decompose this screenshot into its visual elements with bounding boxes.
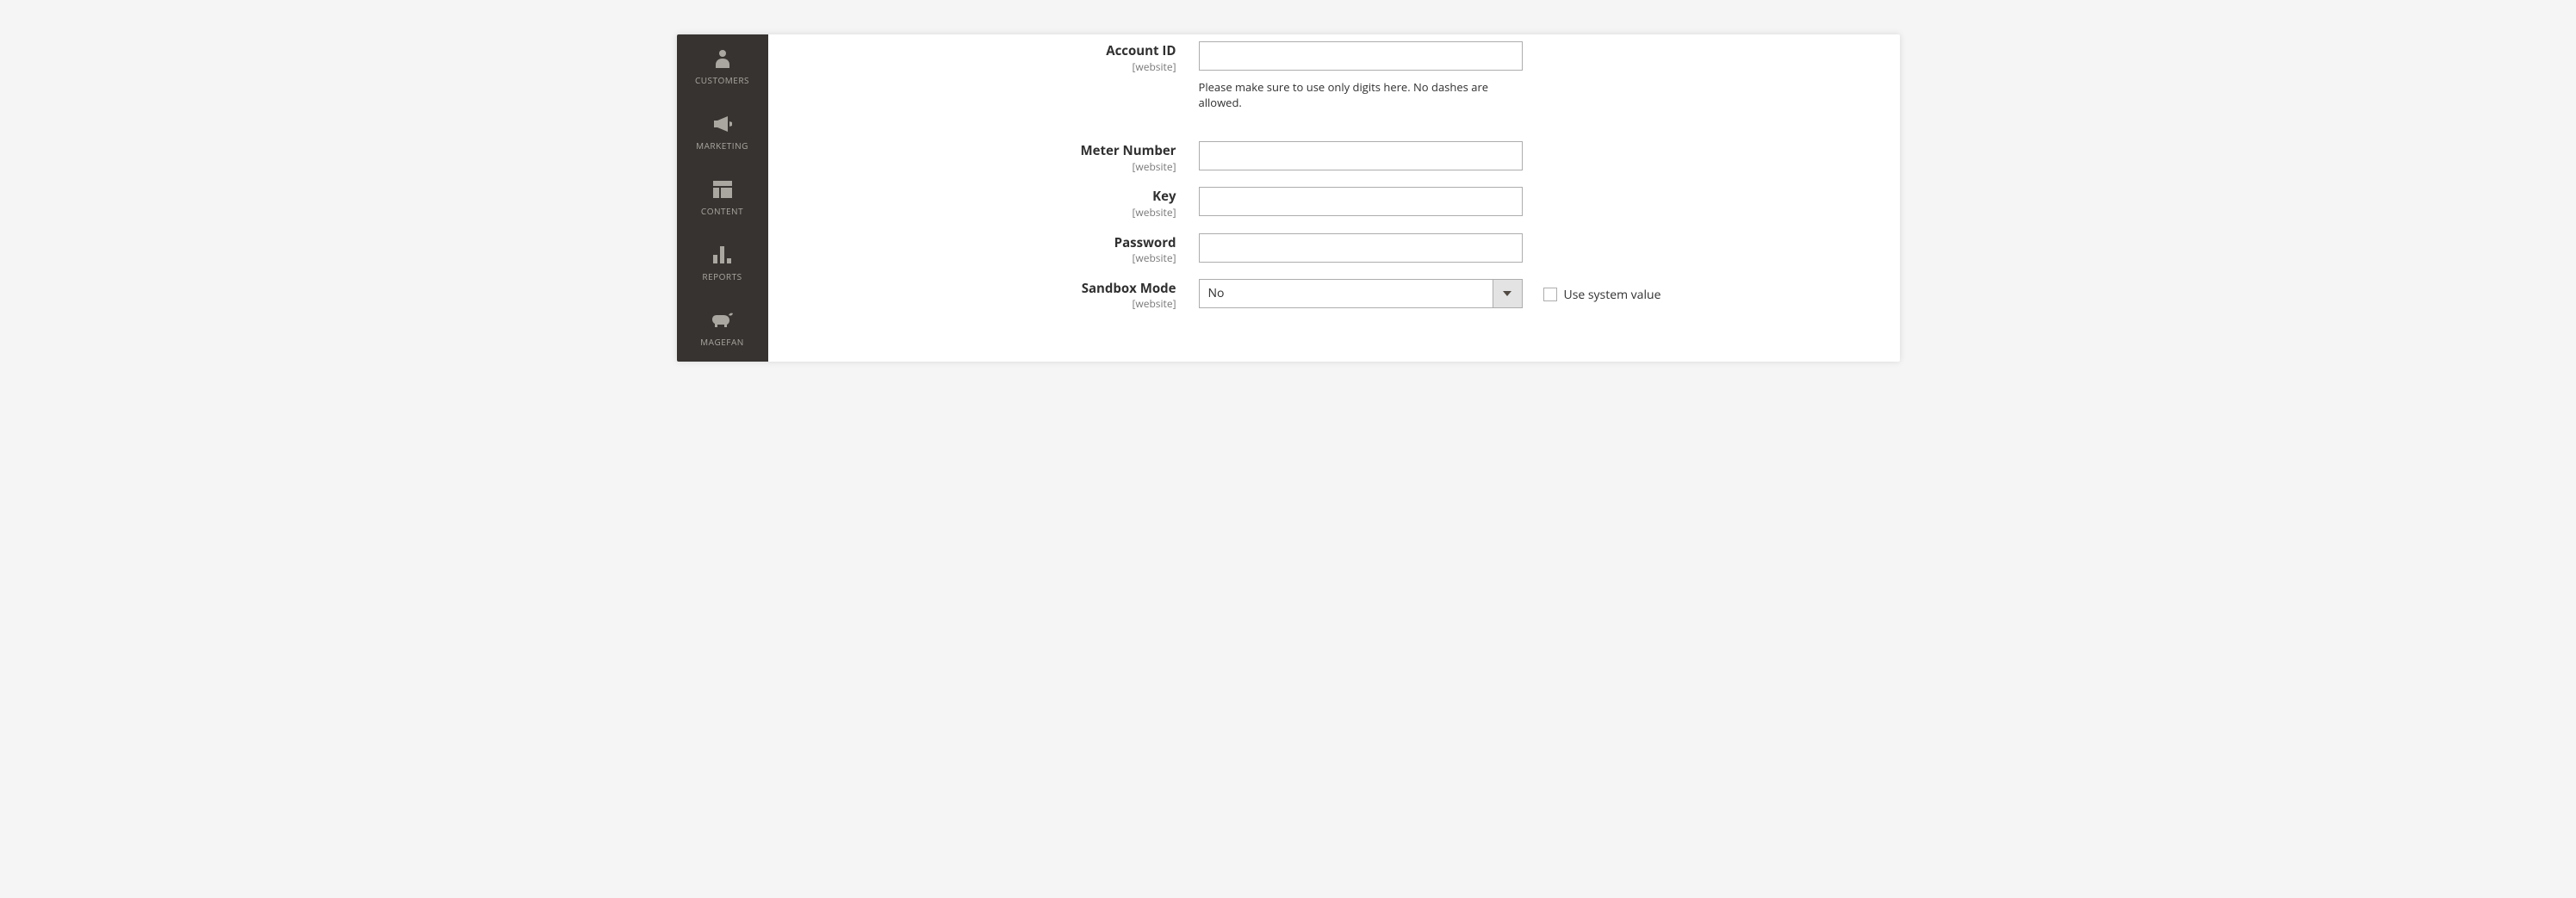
sandbox-mode-select[interactable]: No: [1199, 279, 1523, 308]
field-label: Key: [803, 189, 1176, 206]
field-scope: [website]: [803, 160, 1176, 174]
field-scope: [website]: [803, 251, 1176, 265]
person-icon: [715, 46, 730, 71]
field-scope: [website]: [803, 60, 1176, 74]
field-scope: [website]: [803, 206, 1176, 220]
bar-chart-icon: [713, 243, 732, 267]
field-meter-number: Meter Number [website]: [803, 141, 1865, 173]
field-label: Account ID: [803, 43, 1176, 60]
admin-panel: CUSTOMERS MARKETING CONTENT REPORTS MAGE…: [677, 34, 1900, 362]
sidebar-item-reports[interactable]: REPORTS: [677, 231, 768, 296]
label-col: Sandbox Mode [website]: [803, 279, 1199, 311]
field-sandbox-mode: Sandbox Mode [website] No Use system val…: [803, 279, 1865, 311]
select-value: No: [1200, 280, 1493, 307]
field-note: Please make sure to use only digits here…: [1199, 79, 1523, 110]
sidebar-item-content[interactable]: CONTENT: [677, 165, 768, 231]
password-input[interactable]: [1199, 233, 1523, 263]
chevron-down-icon: [1493, 280, 1522, 307]
field-label: Sandbox Mode: [803, 281, 1176, 298]
input-col: [1199, 141, 1523, 173]
field-password: Password [website]: [803, 233, 1865, 265]
sidebar: CUSTOMERS MARKETING CONTENT REPORTS MAGE…: [677, 34, 768, 362]
checkbox-box-icon: [1543, 288, 1557, 301]
input-col: [1199, 233, 1523, 265]
input-col: No: [1199, 279, 1523, 311]
sidebar-item-label: MAGEFAN: [700, 336, 744, 348]
input-col: [1199, 187, 1523, 219]
field-key: Key [website]: [803, 187, 1865, 219]
sidebar-item-customers[interactable]: CUSTOMERS: [677, 34, 768, 100]
label-col: Password [website]: [803, 233, 1199, 265]
config-form: Account ID [website] Please make sure to…: [768, 34, 1900, 362]
sidebar-item-magefan[interactable]: MAGEFAN: [677, 296, 768, 362]
field-label: Password: [803, 235, 1176, 252]
use-system-value-checkbox[interactable]: Use system value: [1543, 287, 1661, 303]
label-col: Key [website]: [803, 187, 1199, 219]
sidebar-item-marketing[interactable]: MARKETING: [677, 100, 768, 165]
field-scope: [website]: [803, 297, 1176, 311]
layout-icon: [713, 177, 732, 201]
label-col: Account ID [website]: [803, 41, 1199, 110]
after-col: Use system value: [1523, 279, 1661, 311]
field-account-id: Account ID [website] Please make sure to…: [803, 41, 1865, 110]
sidebar-item-label: CONTENT: [701, 205, 743, 217]
account-id-input[interactable]: [1199, 41, 1523, 71]
key-input[interactable]: [1199, 187, 1523, 216]
input-col: Please make sure to use only digits here…: [1199, 41, 1523, 110]
field-label: Meter Number: [803, 143, 1176, 160]
sidebar-item-label: MARKETING: [696, 139, 748, 152]
elephant-icon: [711, 308, 734, 332]
megaphone-icon: [712, 112, 733, 136]
sidebar-item-label: REPORTS: [702, 270, 742, 282]
label-col: Meter Number [website]: [803, 141, 1199, 173]
sidebar-item-label: CUSTOMERS: [695, 74, 749, 86]
checkbox-label: Use system value: [1564, 287, 1661, 303]
meter-number-input[interactable]: [1199, 141, 1523, 170]
